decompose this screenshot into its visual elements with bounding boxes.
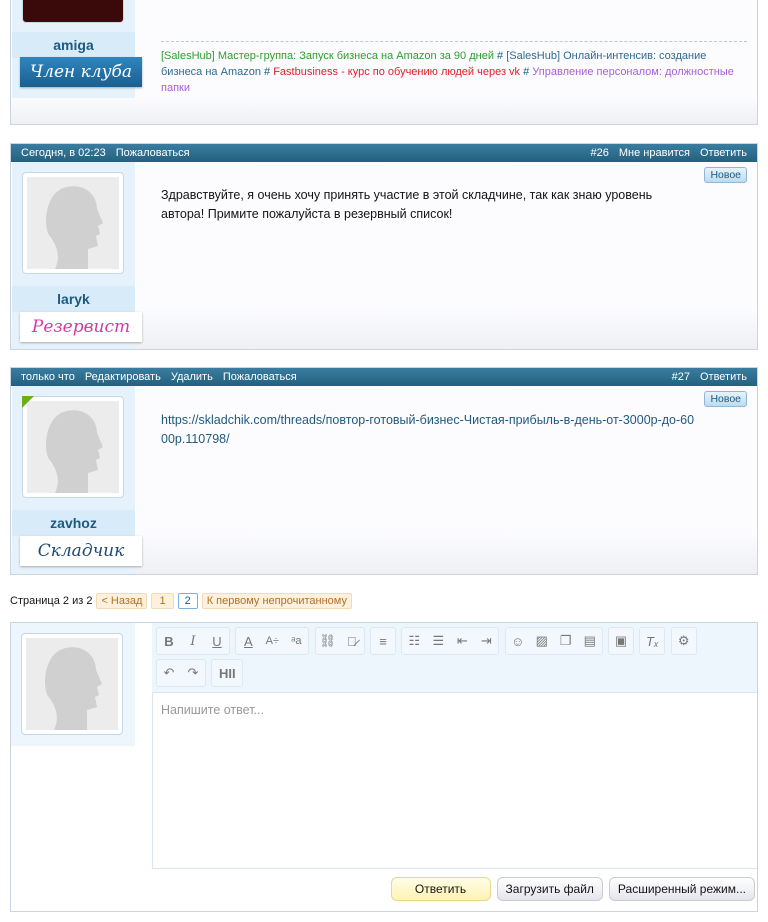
- post-header: Сегодня, в 02:23 Пожаловаться #26 Мне нр…: [11, 144, 757, 162]
- reply-textarea[interactable]: Напишите ответ...: [152, 693, 757, 869]
- hide-icon[interactable]: HII: [212, 666, 242, 681]
- avatar[interactable]: [22, 396, 124, 498]
- post-message: Здравствуйте, я очень хочу принять участ…: [161, 188, 653, 221]
- signature-separator: #: [260, 66, 274, 78]
- user-info: zavhoz Складчик: [12, 386, 142, 574]
- link-icon[interactable]: ⛓: [316, 633, 340, 649]
- user-info: [11, 623, 135, 746]
- advanced-mode-button[interactable]: Расширенный режим...: [608, 877, 755, 901]
- underline-icon[interactable]: U: [205, 634, 229, 649]
- signature-link[interactable]: Fastbusiness - курс по обучению людей че…: [273, 66, 520, 78]
- report-link[interactable]: Пожаловаться: [116, 147, 190, 159]
- user-role-badge: Складчик: [20, 536, 142, 566]
- reply-editor: BIU A A÷ ᵃa ⛓ ⛓̷ ≡ ☷ ☰ ⇤ ⇥ ☺ ▨ ❐ ▤ ▣ Tₓ ⚙ ↶ ↷ HII …: [10, 622, 758, 912]
- bold-icon[interactable]: B: [157, 634, 181, 649]
- reply-link[interactable]: Ответить: [700, 147, 747, 159]
- indent-icon[interactable]: ⇥: [474, 633, 498, 649]
- post: amiga Член клуба [SalesHub] Мастер-групп…: [10, 0, 758, 125]
- post-number[interactable]: #26: [591, 147, 609, 159]
- save-draft-icon[interactable]: ▣: [609, 633, 633, 649]
- default-avatar-icon: [27, 177, 119, 269]
- new-badge: Новое: [704, 167, 747, 183]
- quote-icon[interactable]: ▤: [578, 633, 602, 649]
- undo-icon[interactable]: ↶: [157, 665, 181, 681]
- smiley-icon[interactable]: ☺: [506, 634, 530, 649]
- edit-link[interactable]: Редактировать: [85, 371, 161, 383]
- editor-buttons: Ответить Загрузить файл Расширенный режи…: [390, 877, 755, 901]
- outdent-icon[interactable]: ⇤: [450, 633, 474, 649]
- online-indicator-icon: [22, 396, 34, 408]
- report-link[interactable]: Пожаловаться: [223, 371, 297, 383]
- post: только что Редактировать Удалить Пожалов…: [10, 367, 758, 575]
- avatar[interactable]: [22, 172, 124, 274]
- numbered-list-icon[interactable]: ☰: [426, 633, 450, 649]
- signature: [SalesHub] Мастер-группа: Запуск бизнеса…: [161, 41, 747, 96]
- font-color-icon[interactable]: A: [236, 634, 260, 649]
- new-badge: Новое: [704, 391, 747, 407]
- bullet-list-icon[interactable]: ☷: [402, 633, 426, 649]
- post-number[interactable]: #27: [672, 371, 690, 383]
- bbcode-icon[interactable]: ⚙: [672, 633, 696, 649]
- avatar[interactable]: [22, 0, 124, 23]
- username[interactable]: laryk: [12, 286, 135, 312]
- avatar: [21, 633, 123, 735]
- post-date[interactable]: Сегодня, в 02:23: [21, 147, 106, 159]
- page-2-button[interactable]: 2: [177, 593, 198, 609]
- page-label: Страница 2 из 2: [10, 595, 93, 607]
- delete-link[interactable]: Удалить: [171, 371, 213, 383]
- pagination: Страница 2 из 2 < Назад 1 2 К первому не…: [10, 593, 352, 609]
- post-date[interactable]: только что: [21, 371, 75, 383]
- username[interactable]: zavhoz: [12, 510, 135, 536]
- reply-link[interactable]: Ответить: [700, 371, 747, 383]
- signature-link[interactable]: [SalesHub] Мастер-группа: Запуск бизнеса…: [161, 50, 494, 62]
- reply-button[interactable]: Ответить: [390, 877, 491, 901]
- page-1-button[interactable]: 1: [151, 593, 174, 609]
- default-avatar-icon: [27, 401, 119, 493]
- default-avatar-icon: [26, 638, 118, 730]
- post: Сегодня, в 02:23 Пожаловаться #26 Мне нр…: [10, 143, 758, 350]
- post-header: только что Редактировать Удалить Пожалов…: [11, 368, 757, 386]
- prev-page-button[interactable]: < Назад: [96, 593, 148, 609]
- media-icon[interactable]: ❐: [554, 633, 578, 649]
- user-role-badge: Резервист: [20, 312, 142, 342]
- signature-separator: #: [520, 66, 533, 78]
- first-unread-button[interactable]: К первому непрочитанному: [201, 593, 352, 609]
- remove-format-icon[interactable]: Tₓ: [640, 634, 664, 649]
- like-link[interactable]: Мне нравится: [619, 147, 690, 159]
- username[interactable]: amiga: [12, 32, 135, 58]
- user-info: laryk Резервист: [12, 162, 142, 349]
- signature-separator: #: [493, 50, 507, 62]
- font-family-icon[interactable]: ᵃa: [284, 635, 308, 647]
- italic-icon[interactable]: I: [181, 634, 205, 649]
- redo-icon[interactable]: ↷: [181, 665, 205, 681]
- user-info: amiga Член клуба: [12, 0, 142, 98]
- font-size-icon[interactable]: A÷: [260, 635, 284, 647]
- editor-toolbar: BIU A A÷ ᵃa ⛓ ⛓̷ ≡ ☷ ☰ ⇤ ⇥ ☺ ▨ ❐ ▤ ▣ Tₓ ⚙ ↶ ↷ HII: [152, 623, 757, 693]
- image-icon[interactable]: ▨: [530, 633, 554, 649]
- user-role-badge: Член клуба: [20, 57, 142, 87]
- post-link[interactable]: https://skladchik.com/threads/повтор-гот…: [161, 411, 697, 449]
- align-icon[interactable]: ≡: [371, 634, 395, 649]
- upload-file-button[interactable]: Загрузить файл: [496, 877, 603, 901]
- unlink-icon[interactable]: ⛓̷: [340, 634, 364, 649]
